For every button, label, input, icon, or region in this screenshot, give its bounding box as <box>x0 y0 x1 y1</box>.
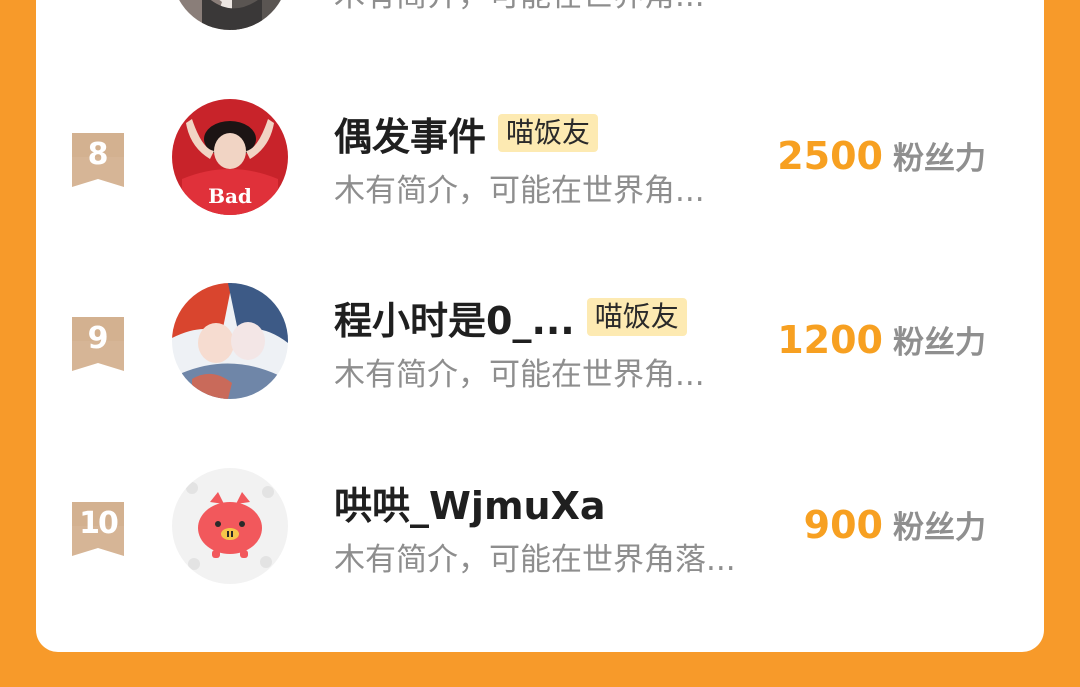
list-item[interactable]: 8 Bad 偶发事件 喵饭友 木有简介，可能在世界角... 2500 粉丝力 <box>36 99 1044 229</box>
user-intro: 木有简介，可能在世界角落... <box>334 542 736 578</box>
user-intro: 木有简介，可能在世界角... <box>334 173 705 209</box>
fans-number: 2500 <box>777 134 883 178</box>
fans-label: 粉丝力 <box>893 325 986 361</box>
list-item[interactable]: 10 哄哄_WjmuXa 木有简介，可能在世界角落... 900 粉丝力 <box>36 468 1044 598</box>
rank-flag: 9 <box>72 317 124 371</box>
fans-number: 900 <box>803 503 883 547</box>
fan-badge: 喵饭友 <box>586 298 687 336</box>
avatar[interactable]: Bad <box>172 99 288 215</box>
rank-number: 9 <box>87 321 109 356</box>
fans-power: 1200 粉丝力 <box>777 317 986 362</box>
list-item[interactable]: 9 程小时是0_... 喵饭友 木有简介，可能在世界角... 1200 粉丝力 <box>36 283 1044 413</box>
avatar[interactable] <box>172 283 288 399</box>
avatar[interactable] <box>172 468 288 584</box>
user-name[interactable]: 程小时是0_... <box>334 290 575 345</box>
svg-text:Bad: Bad <box>208 184 252 208</box>
fans-label: 粉丝力 <box>893 141 986 177</box>
fans-number: 1200 <box>777 318 883 362</box>
ranking-card: 木有简介，可能在世界角... 8 Bad 偶发事件 喵饭友 木有简 <box>36 0 1044 652</box>
user-intro: 木有简介，可能在世界角... <box>334 0 705 10</box>
fans-power: 900 粉丝力 <box>804 502 986 547</box>
fans-label: 粉丝力 <box>893 510 986 546</box>
user-name[interactable]: 偶发事件 <box>334 106 486 161</box>
rank-number: 8 <box>87 137 109 172</box>
user-name[interactable]: 哄哄_WjmuXa <box>334 475 606 530</box>
fan-badge: 喵饭友 <box>498 114 599 152</box>
user-intro: 木有简介，可能在世界角... <box>334 357 705 393</box>
rank-number: 10 <box>79 506 119 541</box>
fans-power: 2500 粉丝力 <box>777 133 986 178</box>
rank-flag: 10 <box>72 502 124 556</box>
rank-flag: 8 <box>72 133 124 187</box>
avatar[interactable] <box>172 0 288 30</box>
